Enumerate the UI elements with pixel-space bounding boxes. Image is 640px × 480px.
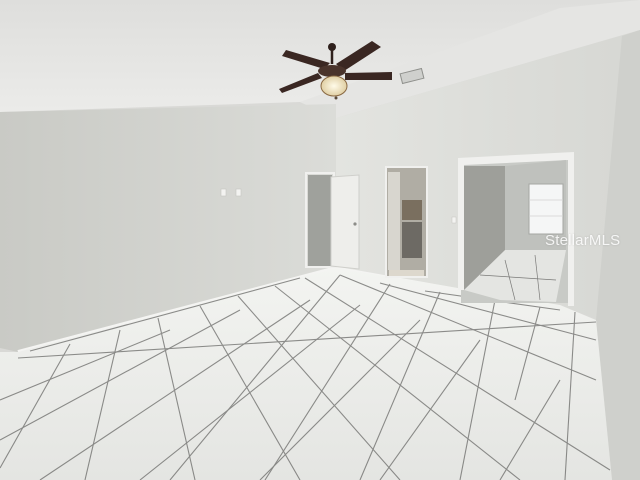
light-switch — [220, 188, 227, 197]
open-door — [330, 174, 360, 270]
adjoining-room-window — [528, 183, 564, 235]
outlet — [451, 216, 457, 224]
middle-door-panel — [388, 172, 400, 270]
fan-pull-chain — [334, 96, 338, 100]
bathroom-mirror — [402, 200, 422, 220]
left-doorway — [308, 175, 332, 267]
bathroom-floor — [389, 270, 424, 276]
room-scene — [0, 0, 640, 480]
watermark: StellarMLS — [545, 232, 621, 249]
door-knob — [353, 222, 357, 226]
light-switch — [235, 188, 242, 197]
bathroom-vanity — [402, 222, 422, 258]
fan-light — [320, 75, 348, 97]
fan-blade — [345, 72, 392, 80]
fan-mount — [328, 43, 336, 51]
fan-motor — [318, 65, 346, 77]
